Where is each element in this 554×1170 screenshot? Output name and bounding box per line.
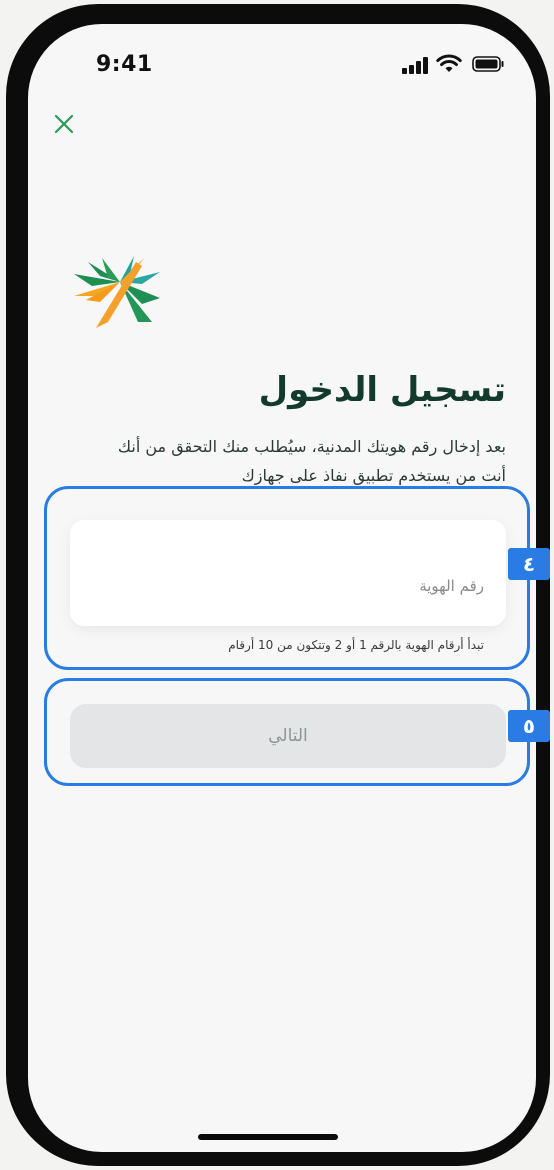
wifi-icon (436, 54, 462, 72)
palm-logo (74, 256, 160, 328)
cellular-signal-icon (402, 56, 430, 74)
status-icons (402, 54, 512, 78)
home-indicator (198, 1134, 338, 1140)
description-line: بعد إدخال رقم هويتك المدنية، سيُطلب منك … (117, 437, 506, 456)
login-description: بعد إدخال رقم هويتك المدنية، سيُطلب منك … (46, 432, 506, 490)
battery-icon (472, 56, 504, 72)
id-field-highlight (44, 486, 530, 670)
next-button-highlight (44, 678, 530, 786)
close-button[interactable] (52, 112, 76, 136)
close-icon (54, 114, 74, 134)
page-title: تسجيل الدخول (258, 370, 506, 410)
annotation-badge-next: ٥ (508, 710, 550, 742)
status-time: 9:41 (96, 52, 153, 77)
annotation-badge-id: ٤ (508, 548, 550, 580)
